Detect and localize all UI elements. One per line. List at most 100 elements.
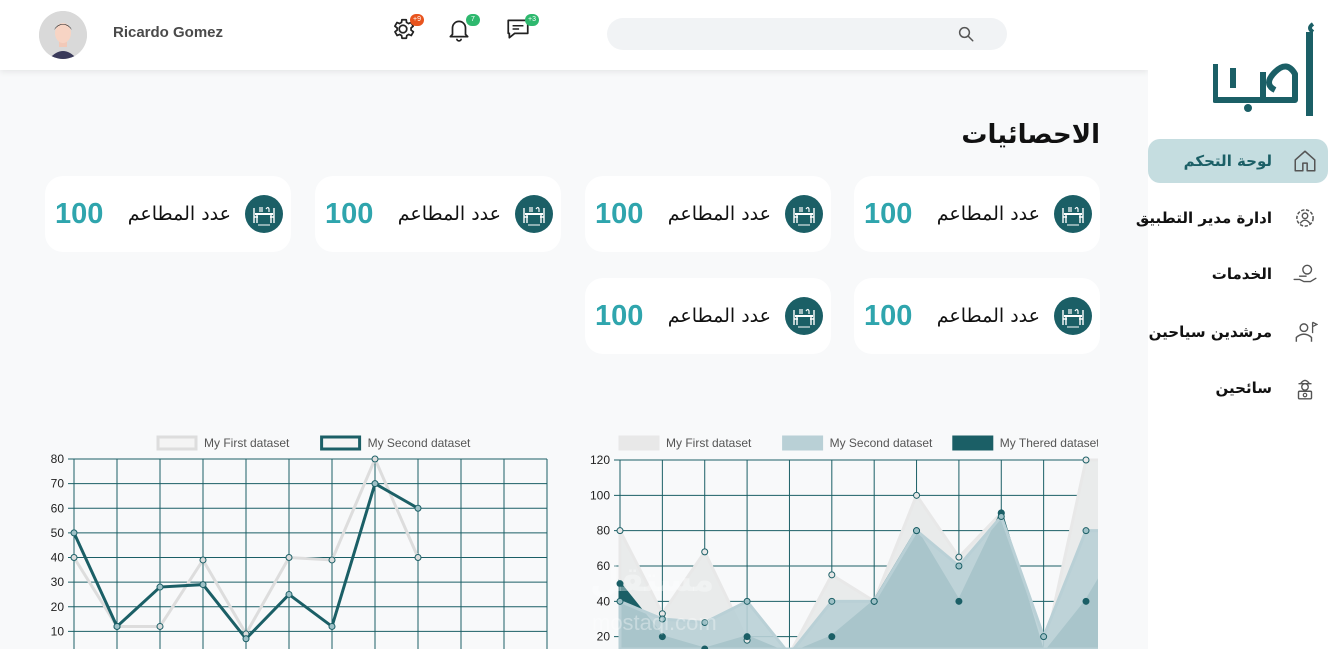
- y-tick-label: 60: [51, 501, 65, 515]
- stat-label: عدد المطاعم: [667, 203, 771, 225]
- legend-swatch: [618, 435, 660, 451]
- data-point: [828, 571, 836, 579]
- data-point: [913, 527, 921, 535]
- stat-value: 100: [325, 197, 374, 230]
- data-point: [70, 529, 78, 537]
- data-point: [955, 553, 963, 561]
- stat-card[interactable]: عدد المطاعم 100: [854, 176, 1100, 252]
- restaurant-icon: [245, 195, 283, 233]
- restaurant-icon: [1054, 297, 1092, 335]
- username: Ricardo Gomez: [113, 24, 224, 41]
- data-point: [955, 562, 963, 570]
- y-tick-label: 40: [51, 551, 65, 565]
- search-icon[interactable]: [957, 25, 975, 43]
- sidebar-item-label: مرشدين سياحين: [1148, 323, 1272, 341]
- data-point: [1040, 633, 1048, 641]
- stat-value: 100: [595, 197, 644, 230]
- notifications-badge: 7: [466, 14, 480, 26]
- page-title: الاحصائيات: [961, 120, 1100, 150]
- settings-badge: +9: [410, 14, 424, 26]
- y-tick-label: 20: [597, 630, 611, 644]
- y-tick-label: 120: [590, 453, 610, 467]
- y-tick-label: 80: [51, 452, 65, 466]
- search-input[interactable]: [607, 18, 1007, 50]
- stat-label: عدد المطاعم: [397, 203, 501, 225]
- home-icon: [1294, 150, 1316, 172]
- stat-card[interactable]: عدد المطاعم 100: [585, 176, 831, 252]
- tourist-icon: [1297, 379, 1313, 400]
- sidebar-item-label: ادارة مدير التطبيق: [1135, 209, 1272, 227]
- data-point: [955, 597, 963, 605]
- stat-card[interactable]: عدد المطاعم 100: [854, 278, 1100, 354]
- y-tick-label: 40: [597, 594, 611, 608]
- stat-card[interactable]: عدد المطاعم 100: [45, 176, 291, 252]
- sidebar-item-admin[interactable]: ادارة مدير التطبيق: [1136, 196, 1328, 240]
- avatar[interactable]: [39, 11, 87, 59]
- data-point: [285, 554, 293, 561]
- restaurant-icon: [785, 195, 823, 233]
- top-bar: Ricardo Gomez +9 7 +3: [0, 0, 1148, 70]
- legend-swatch: [952, 435, 994, 451]
- line-chart: 10 20 30 40 50 60 70 80 My First dataset My Secon…: [51, 435, 548, 649]
- services-icon: [1293, 264, 1317, 283]
- data-point: [701, 619, 709, 627]
- legend-label: My Second dataset: [368, 436, 471, 450]
- stat-value: 100: [864, 299, 913, 332]
- sidebar-item-dashboard[interactable]: لوحة التحكم: [1148, 139, 1328, 183]
- sidebar-item-tour-guides[interactable]: مرشدين سياحين: [1148, 310, 1328, 354]
- y-tick-label: 70: [51, 477, 65, 491]
- data-point: [328, 556, 336, 564]
- restaurant-icon: [515, 195, 553, 233]
- logo[interactable]: [1212, 18, 1323, 118]
- y-tick-label: 30: [51, 575, 65, 589]
- stat-label: عدد المطاعم: [936, 305, 1040, 327]
- avatar-image: [39, 11, 87, 59]
- search-bar: [607, 18, 1007, 50]
- y-tick-label: 60: [597, 559, 611, 573]
- settings-button[interactable]: +9: [390, 14, 424, 44]
- data-point: [701, 548, 709, 556]
- data-point: [658, 615, 666, 623]
- messages-badge: +3: [525, 14, 539, 26]
- data-point: [616, 527, 624, 535]
- data-point: [371, 455, 379, 463]
- data-point: [828, 633, 836, 641]
- stat-card[interactable]: عدد المطاعم 100: [585, 278, 831, 354]
- data-point: [199, 581, 207, 589]
- data-point: [1082, 597, 1090, 605]
- data-point: [870, 597, 878, 605]
- sidebar-item-services[interactable]: الخدمات: [1148, 252, 1328, 296]
- data-point: [328, 622, 336, 630]
- stat-value: 100: [595, 299, 644, 332]
- admin-gear-icon: [1296, 209, 1314, 227]
- tour-guide-icon: [1295, 321, 1318, 342]
- data-point: [414, 554, 422, 561]
- data-point: [913, 491, 921, 499]
- legend-label: My First dataset: [204, 436, 290, 450]
- area-chart: 20 40 60 80 100 120 My First dataset My Second …: [590, 435, 1098, 649]
- legend-swatch: [320, 435, 362, 451]
- sidebar-item-tourists[interactable]: سائحين: [1148, 366, 1328, 410]
- logo-mark: [1212, 22, 1315, 116]
- data-point: [743, 597, 751, 605]
- data-point: [156, 622, 164, 630]
- data-point: [997, 513, 1005, 521]
- data-point: [199, 556, 207, 564]
- restaurant-icon: [785, 297, 823, 335]
- legend-label: My Thered dataset: [1000, 436, 1098, 450]
- sidebar: لوحة التحكم ادارة مدير التطبيق الخدمات م…: [1136, 0, 1339, 649]
- legend-label: My First dataset: [666, 436, 752, 450]
- data-point: [285, 590, 293, 598]
- sidebar-item-label: لوحة التحكم: [1183, 152, 1272, 170]
- stat-label: عدد المطاعم: [127, 203, 231, 225]
- legend-swatch: [156, 435, 198, 451]
- stat-value: 100: [864, 197, 913, 230]
- data-point: [616, 580, 624, 588]
- sidebar-item-label: الخدمات: [1211, 265, 1272, 283]
- data-point: [156, 583, 164, 591]
- stat-card[interactable]: عدد المطاعم 100: [315, 176, 561, 252]
- y-tick-label: 50: [51, 526, 65, 540]
- data-point: [371, 480, 379, 488]
- notifications-button[interactable]: 7: [446, 14, 480, 44]
- messages-button[interactable]: +3: [505, 14, 539, 44]
